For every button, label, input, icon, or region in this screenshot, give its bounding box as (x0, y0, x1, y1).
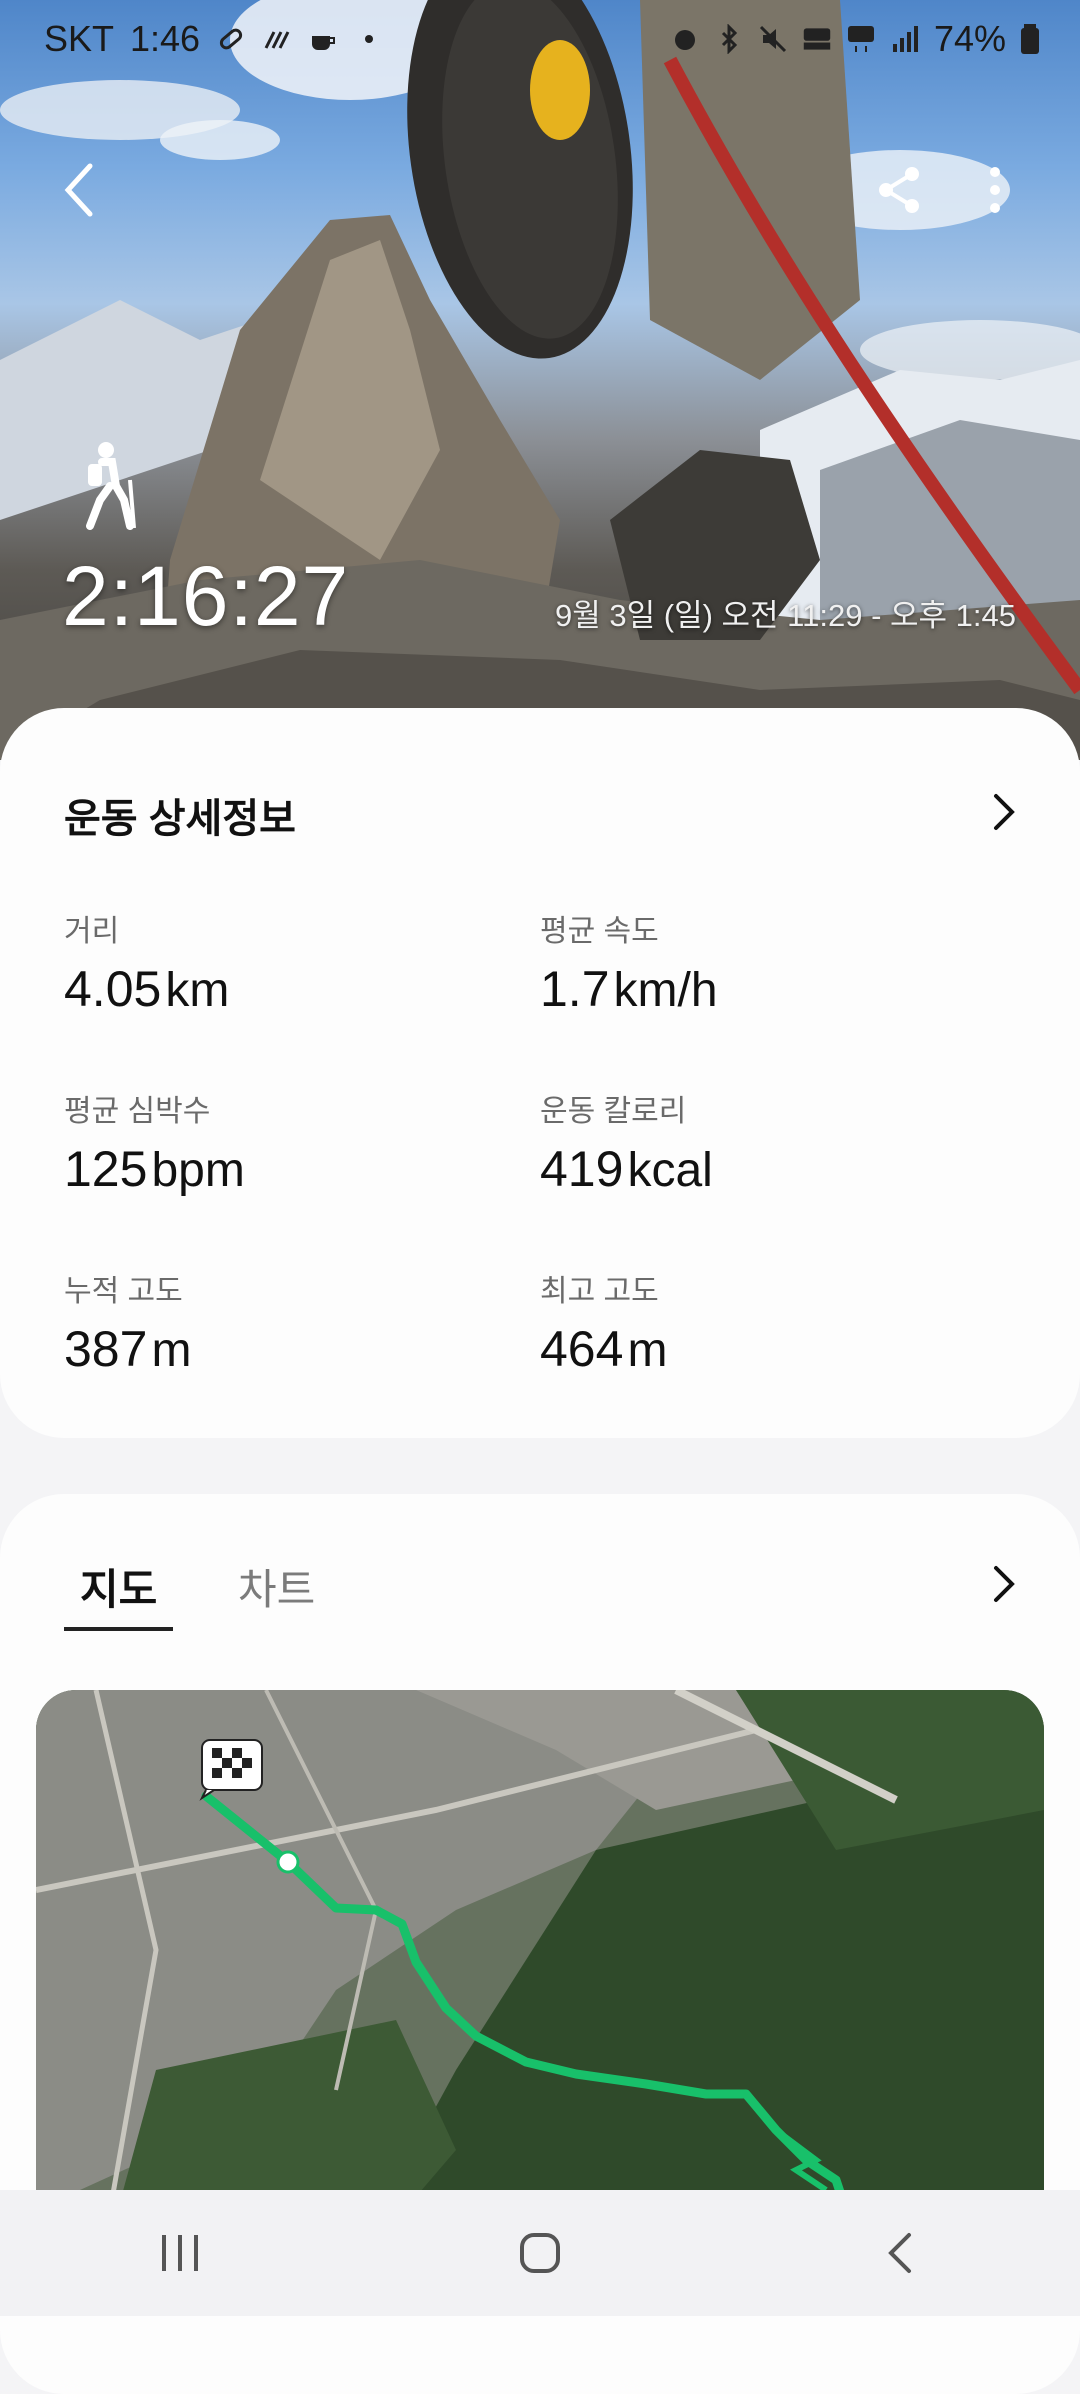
share-icon (879, 167, 919, 213)
tab-chart[interactable]: 차트 (238, 1556, 315, 1631)
metric-calories: 운동 칼로리 419kcal (540, 1086, 980, 1198)
hero-banner: SKT 1:46 74% 2:16:27 9월 3일 (일) 오전 11:29 … (0, 0, 1080, 760)
hd-voice-icon (803, 28, 831, 50)
hero-photo (0, 0, 1080, 760)
dot-icon (365, 35, 374, 43)
finish-flag-icon (199, 1739, 263, 1801)
5g-icon (847, 26, 874, 52)
system-back-button[interactable] (840, 2203, 960, 2303)
details-title: 운동 상세정보 (64, 797, 296, 841)
map-more-button[interactable] (976, 1556, 1032, 1612)
chevron-right-icon (994, 1566, 1015, 1602)
metric-value: 464m (540, 1321, 668, 1377)
back-arrow-icon (888, 2233, 911, 2273)
waypoint-marker (276, 1850, 300, 1874)
link-icon (219, 28, 243, 50)
coffee-icon (312, 36, 336, 50)
tab-map[interactable]: 지도 (63, 1556, 174, 1631)
carrier-label: SKT (44, 18, 115, 59)
metric-avg-speed: 평균 속도 1.7km/h (540, 906, 980, 1018)
back-button[interactable] (40, 150, 120, 230)
metric-distance: 거리 4.05km (64, 906, 504, 1018)
workout-date-range: 9월 3일 (일) 오전 11:29 - 오후 1:45 (555, 598, 1016, 633)
system-nav-bar (0, 2190, 1080, 2316)
mute-icon (759, 25, 786, 53)
metric-label: 평균 심박수 (64, 1095, 211, 1128)
details-more-button[interactable] (976, 784, 1032, 840)
hiking-icon (86, 442, 136, 530)
metric-value: 387m (64, 1321, 192, 1377)
metric-label: 거리 (64, 915, 120, 948)
metric-label: 누적 고도 (64, 1275, 183, 1308)
metric-label: 운동 칼로리 (540, 1095, 687, 1128)
metric-value: 1.7km/h (540, 961, 718, 1017)
status-time: 1:46 (130, 18, 201, 59)
alarm-icon (674, 30, 695, 50)
recent-apps-button[interactable] (120, 2203, 240, 2303)
metric-max-altitude: 최고 고도 464m (540, 1266, 980, 1378)
signal-bars-icon (264, 31, 290, 49)
chevron-left-icon (64, 163, 93, 217)
metric-label: 최고 고도 (540, 1275, 659, 1308)
battery-percent: 74% (933, 18, 1006, 59)
more-options-button[interactable] (955, 150, 1035, 230)
bluetooth-icon (721, 24, 738, 54)
workout-duration: 2:16:27 (62, 549, 350, 643)
home-icon (520, 2233, 560, 2273)
metric-avg-heart-rate: 평균 심박수 125bpm (64, 1086, 504, 1198)
recent-apps-icon (162, 2235, 198, 2271)
metric-elevation-gain: 누적 고도 387m (64, 1266, 504, 1378)
chevron-right-icon (994, 794, 1015, 830)
metric-value: 125bpm (64, 1141, 245, 1197)
workout-details-card: 운동 상세정보 거리 4.05km 평균 속도 1.7km/h 평균 심박수 1… (0, 708, 1080, 1438)
more-vertical-icon (990, 167, 1000, 213)
share-button[interactable] (860, 150, 940, 230)
home-button[interactable] (480, 2203, 600, 2303)
battery-icon (1021, 24, 1039, 54)
status-bar: SKT 1:46 74% (0, 0, 1080, 80)
metric-value: 4.05km (64, 961, 230, 1017)
metric-value: 419kcal (540, 1141, 713, 1197)
metric-label: 평균 속도 (540, 915, 659, 948)
signal-icon (892, 26, 918, 52)
